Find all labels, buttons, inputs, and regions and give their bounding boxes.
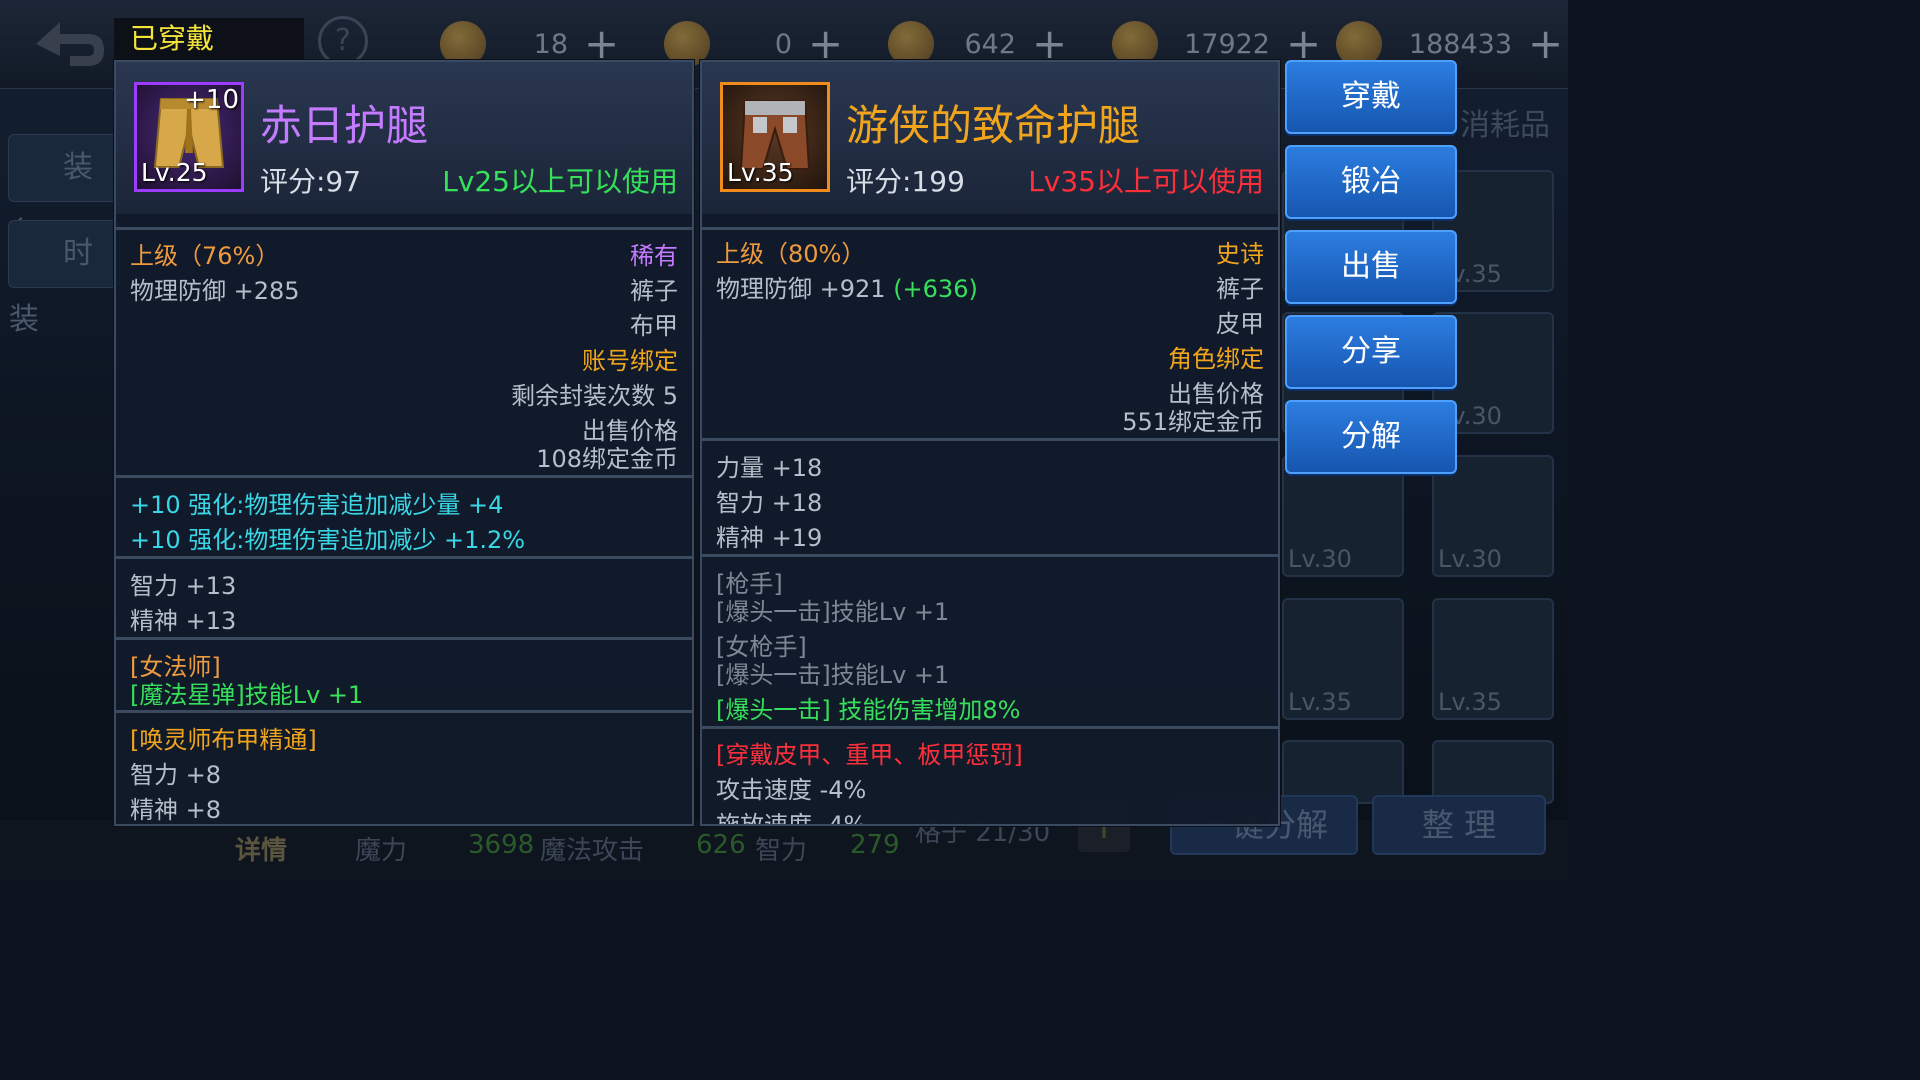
add-currency-button[interactable]: + [1286, 23, 1321, 65]
divider [116, 475, 692, 478]
equipped-item-tooltip: +10 Lv.25 赤日护腿 评分:97 Lv25以上可以使用 上级（76%） … [114, 60, 694, 826]
divider [702, 726, 1278, 729]
slot-type: 裤子 [630, 277, 678, 305]
add-currency-button[interactable]: + [1032, 23, 1067, 65]
armor-type: 布甲 [630, 312, 678, 340]
stat-label: 智力 [755, 836, 808, 866]
inventory-slot[interactable]: Lv.35 [1432, 598, 1554, 720]
bonus-stat: 精神 +19 [716, 524, 823, 552]
sell-button[interactable]: 出售 [1285, 230, 1457, 304]
share-button[interactable]: 分享 [1285, 315, 1457, 389]
item-name: 赤日护腿 [260, 101, 429, 150]
divider [702, 227, 1278, 230]
item-grade: 上级（76%） [130, 242, 280, 270]
class-skill-bonus: [爆头一击]技能Lv +1 [716, 598, 950, 626]
skill-damage-bonus: [爆头一击] 技能伤害增加8% [716, 696, 1021, 724]
enhance-effect: +10 强化:物理伤害追加减少 +1.2% [130, 526, 526, 554]
equipped-tag: 已穿戴 [114, 18, 304, 60]
help-icon[interactable]: ? [318, 16, 368, 66]
divider [116, 556, 692, 559]
item-score: 评分:97 [260, 165, 362, 198]
item-rarity: 稀有 [630, 242, 678, 270]
stat-value: 3698 [468, 830, 535, 860]
bonus-stat: 智力 +18 [716, 489, 823, 517]
binding-type: 账号绑定 [582, 347, 678, 375]
penalty-stat: 施放速度 -4% [716, 811, 867, 826]
item-icon: +10 Lv.25 [134, 82, 244, 192]
seal-count: 剩余封装次数 5 [511, 382, 678, 410]
class-skill-bonus: [魔法星弹]技能Lv +1 [130, 681, 364, 709]
level-requirement: Lv25以上可以使用 [442, 165, 678, 198]
sell-price-value: 551绑定金币 [1122, 408, 1264, 436]
base-stat: 物理防御 +285 [130, 277, 300, 305]
add-currency-button[interactable]: + [808, 23, 843, 65]
mastery-stat: 精神 +8 [130, 796, 222, 824]
item-header: +10 Lv.25 赤日护腿 评分:97 Lv25以上可以使用 [116, 62, 692, 214]
item-grade: 上级（80%） [716, 240, 866, 268]
stat-label: 魔力 [355, 836, 408, 866]
equip-button[interactable]: 穿戴 [1285, 60, 1457, 134]
mastery-label: [唤灵师布甲精通] [130, 726, 317, 754]
item-header: Lv.35 游侠的致命护腿 评分:199 Lv35以上可以使用 [702, 62, 1278, 214]
back-arrow-icon[interactable] [30, 16, 110, 72]
class-skill-bonus: [爆头一击]技能Lv +1 [716, 661, 950, 689]
inventory-slot[interactable]: Lv.35 [1282, 598, 1404, 720]
divider [702, 438, 1278, 441]
forge-button[interactable]: 锻冶 [1285, 145, 1457, 219]
divider [116, 710, 692, 713]
item-icon: Lv.35 [720, 82, 830, 192]
base-stat-row: 物理防御 +921 (+636) [716, 269, 978, 304]
selected-item-tooltip: Lv.35 游侠的致命护腿 评分:199 Lv35以上可以使用 上级（80%） … [700, 60, 1280, 826]
sell-price-value: 108绑定金币 [536, 445, 678, 473]
decompose-button[interactable]: 分解 [1285, 400, 1457, 474]
bonus-stat: 力量 +18 [716, 454, 823, 482]
tab-consumables[interactable]: 消耗品 [1460, 100, 1550, 144]
bonus-stat: 精神 +13 [130, 607, 237, 635]
base-stat-diff: (+636) [893, 275, 978, 303]
base-stat: 物理防御 +921 [716, 275, 886, 303]
add-currency-button[interactable]: + [584, 23, 619, 65]
mastery-stat: 智力 +8 [130, 761, 222, 789]
item-name: 游侠的致命护腿 [846, 101, 1141, 150]
stat-value: 279 [850, 830, 900, 860]
armor-type: 皮甲 [1216, 310, 1264, 338]
item-score: 评分:199 [846, 165, 965, 198]
sort-button[interactable]: 整 理 [1372, 795, 1546, 855]
add-currency-button[interactable]: + [1528, 23, 1563, 65]
divider [116, 637, 692, 640]
tab-fashion[interactable]: 时装 [8, 220, 120, 337]
tab-equipment[interactable]: 装备 [8, 134, 120, 251]
enhance-effect: +10 强化:物理伤害追加减少量 +4 [130, 491, 504, 519]
level-requirement: Lv35以上可以使用 [1028, 165, 1264, 198]
binding-type: 角色绑定 [1168, 345, 1264, 373]
bonus-stat: 智力 +13 [130, 572, 237, 600]
penalty-stat: 攻击速度 -4% [716, 776, 867, 804]
stat-label: 魔法攻击 [540, 836, 645, 866]
stat-value: 626 [696, 830, 746, 860]
divider [702, 554, 1278, 557]
item-rarity: 史诗 [1216, 240, 1264, 268]
divider [116, 227, 692, 230]
detail-link[interactable]: 详情 [235, 830, 287, 867]
penalty-title: [穿戴皮甲、重甲、板甲惩罚] [716, 741, 1023, 769]
slot-type: 裤子 [1216, 275, 1264, 303]
